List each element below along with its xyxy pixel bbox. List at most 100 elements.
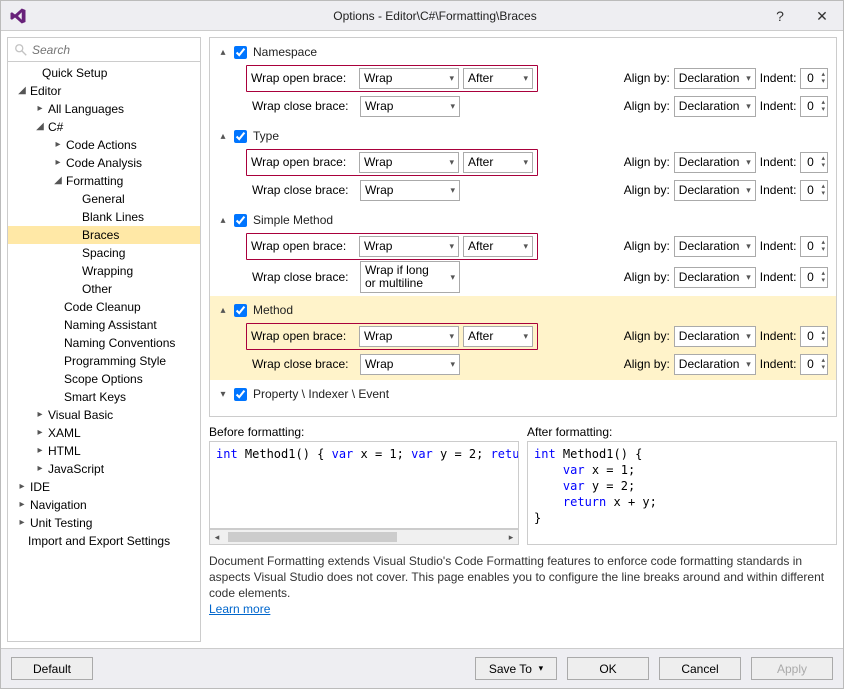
simple-method-open-align-dropdown[interactable]: Declaration▾ (674, 236, 756, 257)
tree-spacing[interactable]: Spacing (8, 244, 200, 262)
tree-html[interactable]: ▸HTML (8, 442, 200, 460)
collapse-icon[interactable]: ▾ (218, 389, 228, 399)
tree-all-languages[interactable]: ▸All Languages (8, 100, 200, 118)
type-close-align-dropdown[interactable]: Declaration▾ (674, 180, 756, 201)
expand-icon: ◢ (34, 121, 46, 133)
type-open-indent-spinner[interactable]: 0▴▾ (800, 152, 828, 173)
tree-formatting[interactable]: ◢Formatting (8, 172, 200, 190)
chevron-down-icon: ▾ (449, 241, 454, 252)
tree-editor[interactable]: ◢Editor (8, 82, 200, 100)
method-close-align-dropdown[interactable]: Declaration▾ (674, 354, 756, 375)
method-checkbox[interactable] (234, 304, 247, 317)
section-title: Namespace (253, 45, 317, 59)
expand-icon: ▸ (34, 445, 46, 457)
collapse-icon[interactable]: ▴ (218, 47, 228, 57)
tree-smart-keys[interactable]: Smart Keys (8, 388, 200, 406)
simple-method-open-pos-dropdown[interactable]: After▾ (463, 236, 533, 257)
collapse-icon[interactable]: ▴ (218, 131, 228, 141)
namespace-open-wrap-dropdown[interactable]: Wrap▾ (359, 68, 459, 89)
chevron-down-icon: ▾ (523, 241, 528, 252)
type-checkbox[interactable] (234, 130, 247, 143)
save-to-button[interactable]: Save To ▾ (475, 657, 557, 680)
search-input[interactable] (32, 43, 194, 57)
tree-quick-setup[interactable]: Quick Setup (8, 64, 200, 82)
collapse-icon[interactable]: ▴ (218, 305, 228, 315)
ok-button[interactable]: OK (567, 657, 649, 680)
namespace-close-wrap-dropdown[interactable]: Wrap▾ (360, 96, 460, 117)
method-open-align-dropdown[interactable]: Declaration▾ (674, 326, 756, 347)
type-close-wrap-dropdown[interactable]: Wrap▾ (360, 180, 460, 201)
description-text: Document Formatting extends Visual Studi… (209, 553, 837, 617)
namespace-open-align-dropdown[interactable]: Declaration▾ (674, 68, 756, 89)
namespace-open-indent-spinner[interactable]: 0▴▾ (800, 68, 828, 89)
chevron-down-icon: ▾ (450, 359, 455, 370)
simple-method-checkbox[interactable] (234, 214, 247, 227)
tree-visual-basic[interactable]: ▸Visual Basic (8, 406, 200, 424)
expand-icon: ▸ (16, 517, 28, 529)
method-open-wrap-dropdown[interactable]: Wrap▾ (359, 326, 459, 347)
title-bar: Options - Editor\C#\Formatting\Braces ? … (1, 1, 843, 31)
tree-navigation[interactable]: ▸Navigation (8, 496, 200, 514)
tree-import-export[interactable]: Import and Export Settings (8, 532, 200, 550)
section-title: Method (253, 303, 293, 317)
tree-ide[interactable]: ▸IDE (8, 478, 200, 496)
namespace-close-indent-spinner[interactable]: 0▴▾ (800, 96, 828, 117)
tree-xaml[interactable]: ▸XAML (8, 424, 200, 442)
after-formatting-label: After formatting: (527, 425, 837, 439)
tree-other[interactable]: Other (8, 280, 200, 298)
tree-braces[interactable]: Braces (8, 226, 200, 244)
chevron-down-icon: ▾ (449, 157, 454, 168)
type-close-indent-spinner[interactable]: 0▴▾ (800, 180, 828, 201)
namespace-open-pos-dropdown[interactable]: After▾ (463, 68, 533, 89)
tree-code-cleanup[interactable]: Code Cleanup (8, 298, 200, 316)
learn-more-link[interactable]: Learn more (209, 602, 270, 616)
settings-scroll-area[interactable]: ▴ Namespace Wrap open brace: Wrap▾ After… (209, 37, 837, 417)
wrap-open-label: Wrap open brace: (251, 71, 355, 85)
tree-naming-conventions[interactable]: Naming Conventions (8, 334, 200, 352)
before-code-preview: int Method1() { var x = 1; var y = 2; re… (209, 441, 519, 529)
wrap-open-label: Wrap open brace: (251, 155, 355, 169)
simple-method-close-wrap-dropdown[interactable]: Wrap if long or multiline▾ (360, 261, 460, 293)
simple-method-open-indent-spinner[interactable]: 0▴▾ (800, 236, 828, 257)
collapse-icon[interactable]: ▴ (218, 215, 228, 225)
tree-scope-options[interactable]: Scope Options (8, 370, 200, 388)
simple-method-open-wrap-dropdown[interactable]: Wrap▾ (359, 236, 459, 257)
before-formatting-label: Before formatting: (209, 425, 519, 439)
property-checkbox[interactable] (234, 388, 247, 401)
expand-icon: ▸ (34, 463, 46, 475)
namespace-close-align-dropdown[interactable]: Declaration▾ (674, 96, 756, 117)
chevron-down-icon: ▾ (450, 101, 455, 112)
method-open-pos-dropdown[interactable]: After▾ (463, 326, 533, 347)
type-open-wrap-dropdown[interactable]: Wrap▾ (359, 152, 459, 173)
tree-wrapping[interactable]: Wrapping (8, 262, 200, 280)
tree-general[interactable]: General (8, 190, 200, 208)
tree-unit-testing[interactable]: ▸Unit Testing (8, 514, 200, 532)
chevron-down-icon: ▾ (746, 101, 751, 112)
tree-blank-lines[interactable]: Blank Lines (8, 208, 200, 226)
help-button[interactable]: ? (759, 1, 801, 31)
close-button[interactable]: ✕ (801, 1, 843, 31)
simple-method-close-align-dropdown[interactable]: Declaration▾ (674, 267, 756, 288)
namespace-checkbox[interactable] (234, 46, 247, 59)
section-simple-method: ▴ Simple Method Wrap open brace: Wrap▾ A… (210, 206, 836, 296)
simple-method-close-indent-spinner[interactable]: 0▴▾ (800, 267, 828, 288)
chevron-down-icon: ▾ (746, 185, 751, 196)
expand-icon: ▸ (34, 103, 46, 115)
method-close-indent-spinner[interactable]: 0▴▾ (800, 354, 828, 375)
type-open-align-dropdown[interactable]: Declaration▾ (674, 152, 756, 173)
method-close-wrap-dropdown[interactable]: Wrap▾ (360, 354, 460, 375)
apply-button[interactable]: Apply (751, 657, 833, 680)
tree-csharp[interactable]: ◢C# (8, 118, 200, 136)
default-button[interactable]: Default (11, 657, 93, 680)
tree-javascript[interactable]: ▸JavaScript (8, 460, 200, 478)
tree-naming-assistant[interactable]: Naming Assistant (8, 316, 200, 334)
method-open-indent-spinner[interactable]: 0▴▾ (800, 326, 828, 347)
horizontal-scrollbar[interactable]: ◂▸ (209, 529, 519, 545)
tree-code-analysis[interactable]: ▸Code Analysis (8, 154, 200, 172)
tree-code-actions[interactable]: ▸Code Actions (8, 136, 200, 154)
tree-programming-style[interactable]: Programming Style (8, 352, 200, 370)
cancel-button[interactable]: Cancel (659, 657, 741, 680)
type-open-pos-dropdown[interactable]: After▾ (463, 152, 533, 173)
chevron-down-icon: ▾ (523, 331, 528, 342)
search-box[interactable] (8, 38, 200, 62)
